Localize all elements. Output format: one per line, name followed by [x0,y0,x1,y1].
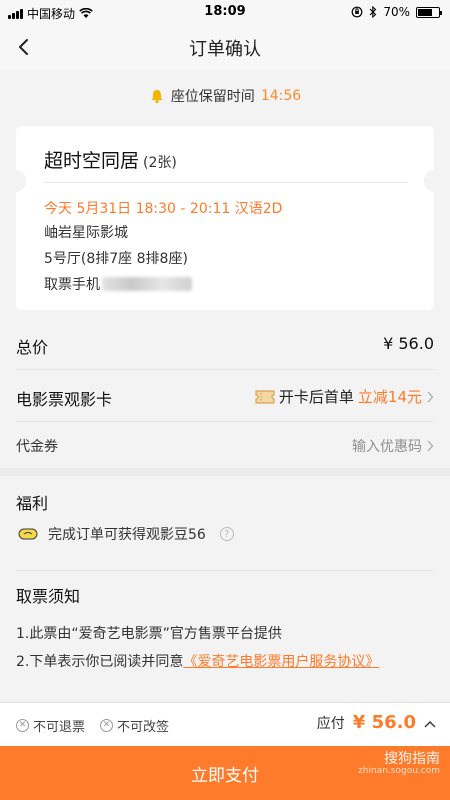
bell-icon [151,90,163,104]
ticket-notch-left [6,170,26,192]
bean-icon [18,528,38,540]
notice-line-2-prefix: 2.下单表示你已阅读并同意 [16,654,184,670]
benefit-section: 福利 完成订单可获得观影豆56 ? [16,478,434,558]
showtime: 今天 5月31日 18:30 - 20:11 汉语2D [44,201,283,217]
payable-label: 应付 [316,716,345,732]
page-title: 订单确认 [189,39,261,60]
cinema-name: 岫岩星际影城 [44,225,128,241]
watermark-title: 搜狗指南 [384,751,440,767]
hall-seats: 5号厅(8排7座 8排8座) [44,251,188,267]
voucher-input[interactable]: 输入优惠码 [352,436,434,456]
movie-title: 超时空同居 [44,150,140,172]
ticket-divider [44,182,408,183]
promo-highlight: 立减14元 [357,388,422,406]
pickup-notice: 取票须知 1.此票由“爱奇艺电影票”官方售票平台提供 2.下单表示你已阅读并同意… [16,570,434,680]
battery-percent: 70% [383,5,410,19]
bluetooth-icon [369,6,377,18]
pickup-phone: 取票手机 [44,274,192,294]
battery-fill [418,8,432,16]
nav-bar: 订单确认 [0,24,450,70]
phone-label: 取票手机 [44,277,100,293]
battery-icon [416,6,442,18]
close-circle-icon: ✕ [100,719,113,732]
bottom-summary-bar: ✕ 不可退票 ✕ 不可改签 应付 ¥ 56.0 [0,702,450,746]
no-change-label: 不可改签 [117,720,170,735]
movie-title-line: 超时空同居 (2张) [44,146,177,173]
status-right: 70% [351,5,442,19]
voucher-row[interactable]: 代金券 输入优惠码 [16,422,434,468]
chevron-right-icon [427,440,434,452]
chevron-up-icon[interactable] [424,720,436,728]
chevron-right-icon [427,391,434,402]
payable-summary[interactable]: 应付 ¥ 56.0 [317,712,436,733]
close-circle-icon: ✕ [16,719,29,732]
notice-line-1: 1.此票由“爱奇艺电影票”官方售票平台提供 [16,626,282,642]
no-refund-tag: ✕ 不可退票 [16,716,85,735]
movie-card-promo[interactable]: 开卡后首单 立减14元 [255,386,434,407]
total-row: 总价 ¥ 56.0 [16,318,434,370]
user-agreement-link[interactable]: 《爱奇艺电影票用户服务协议》 [183,654,379,670]
total-label: 总价 [16,338,49,357]
help-icon[interactable]: ? [219,527,234,541]
ticket-card: 超时空同居 (2张) 今天 5月31日 18:30 - 20:11 汉语2D 岫岩… [6,126,444,310]
benefit-item: 完成订单可获得观影豆56 ? [18,524,234,544]
phone-number-blurred [102,277,192,291]
orientation-lock-icon [351,6,363,18]
benefit-text: 完成订单可获得观影豆56 [48,527,206,543]
promo-prefix: 开卡后首单 [278,388,354,406]
benefit-title: 福利 [16,494,49,513]
notice-title: 取票须知 [16,587,81,606]
movie-card-row[interactable]: 电影票观影卡 开卡后首单 立减14元 [16,370,434,422]
watermark-url: zhinan.sogou.com [358,766,440,777]
movie-card-label: 电影票观影卡 [16,390,113,409]
ticket-count: (2张) [143,155,177,171]
order-rows: 总价 ¥ 56.0 电影票观影卡 开卡后首单 立减14元 代金券 输入优惠码 [0,318,450,476]
seat-reserve-timer: 座位保留时间 14:56 [0,82,450,110]
total-value: ¥ 56.0 [383,334,434,353]
payable-amount: ¥ 56.0 [352,712,416,733]
watermark: 搜狗指南 zhinan.sogou.com [358,751,440,777]
reserve-label: 座位保留时间 [170,89,255,105]
voucher-placeholder: 输入优惠码 [352,439,422,455]
no-refund-label: 不可退票 [33,720,86,735]
reserve-countdown: 14:56 [260,88,302,104]
voucher-label: 代金券 [16,439,58,455]
no-change-tag: ✕ 不可改签 [100,716,169,735]
ticket-notch-right [424,170,444,192]
ticket-icon [255,390,275,403]
notice-line-2: 2.下单表示你已阅读并同意《爱奇艺电影票用户服务协议》 [16,651,379,671]
status-bar: 中国移动 18:09 70% [0,0,450,24]
section-gap [0,468,450,476]
